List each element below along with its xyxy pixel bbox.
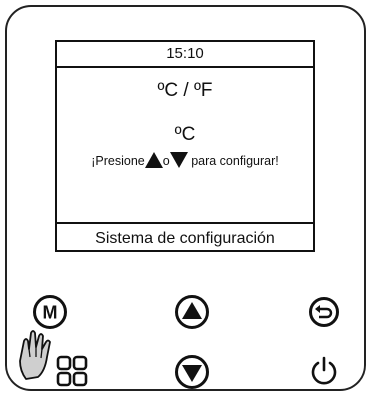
- controller-panel: 15:10 ºC / ºF ºC ¡Presione o para configu…: [5, 5, 366, 391]
- power-icon: [311, 356, 337, 385]
- menu-title: Sistema de configuración: [95, 230, 275, 247]
- lcd-screen: 15:10 ºC / ºF ºC ¡Presione o para configu…: [55, 40, 315, 252]
- up-button[interactable]: [174, 294, 210, 330]
- return-button[interactable]: [308, 296, 340, 328]
- hint-prefix: ¡Presione: [91, 154, 145, 168]
- mode-button[interactable]: M: [32, 294, 68, 330]
- down-triangle-icon: [175, 355, 209, 389]
- clock-display: 15:10: [166, 45, 204, 62]
- up-triangle-icon: [175, 295, 209, 329]
- power-button[interactable]: [309, 356, 339, 386]
- mode-button-label: M: [43, 303, 58, 323]
- return-icon: [309, 297, 339, 327]
- instruction-text: ¡Presione o para configurar!: [57, 152, 313, 171]
- down-button[interactable]: [174, 354, 210, 390]
- unit-title: ºC / ºF: [157, 80, 213, 101]
- hint-middle: o: [162, 154, 170, 168]
- clock-divider: [57, 66, 313, 68]
- unit-value: ºC: [174, 124, 196, 145]
- hint-suffix: para configurar!: [191, 154, 279, 168]
- down-triangle-icon: [169, 152, 188, 171]
- footer-divider: [57, 222, 313, 224]
- hand-cursor-icon: [14, 327, 64, 383]
- up-triangle-icon: [144, 152, 163, 171]
